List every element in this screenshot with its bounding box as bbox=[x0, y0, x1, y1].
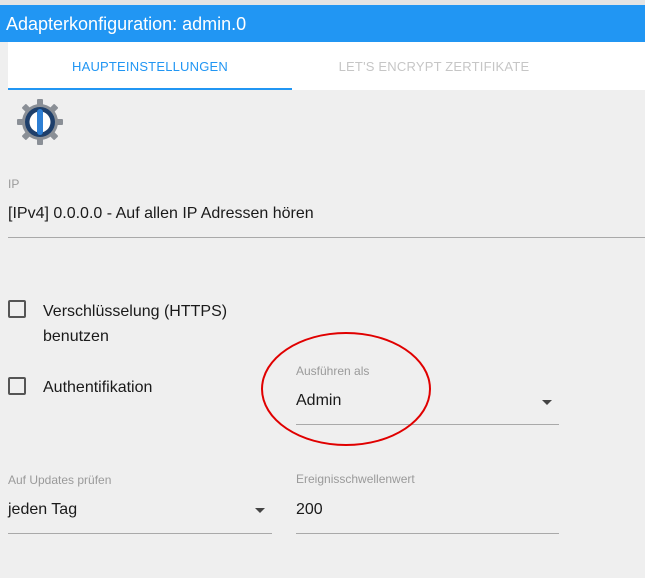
ip-underline bbox=[8, 237, 645, 238]
run-as-select[interactable]: Admin bbox=[296, 392, 341, 410]
ip-label: IP bbox=[8, 177, 20, 191]
updates-select[interactable]: jeden Tag bbox=[8, 501, 77, 519]
updates-label: Auf Updates prüfen bbox=[8, 473, 112, 487]
https-label-line2: benutzen bbox=[43, 328, 109, 345]
run-as-label: Ausführen als bbox=[296, 364, 370, 378]
iobroker-logo-icon bbox=[17, 99, 63, 145]
auth-checkbox[interactable] bbox=[8, 377, 26, 395]
tab-bar: HAUPTEINSTELLUNGEN LET'S ENCRYPT ZERTIFI… bbox=[8, 42, 645, 90]
updates-chevron-down-icon[interactable] bbox=[255, 508, 265, 513]
auth-label: Authentifikation bbox=[43, 379, 153, 396]
threshold-underline bbox=[296, 533, 559, 534]
tab-lets-encrypt[interactable]: LET'S ENCRYPT ZERTIFIKATE bbox=[292, 42, 576, 90]
run-as-chevron-down-icon[interactable] bbox=[542, 400, 552, 405]
ip-select[interactable]: [IPv4] 0.0.0.0 - Auf allen IP Adressen h… bbox=[8, 205, 314, 223]
tab-main-settings[interactable]: HAUPTEINSTELLUNGEN bbox=[8, 42, 292, 90]
dialog-titlebar: Adapterkonfiguration: admin.0 bbox=[0, 5, 645, 42]
https-label-line1: Verschlüsselung (HTTPS) bbox=[43, 303, 228, 320]
https-checkbox[interactable] bbox=[8, 300, 26, 318]
threshold-input[interactable]: 200 bbox=[296, 501, 323, 519]
dialog-title: Adapterkonfiguration: admin.0 bbox=[6, 14, 247, 34]
updates-underline bbox=[8, 533, 272, 534]
run-as-underline bbox=[296, 424, 559, 425]
active-tab-indicator bbox=[8, 88, 292, 90]
threshold-label: Ereignisschwellenwert bbox=[296, 472, 415, 486]
annotation-highlight-circle bbox=[261, 332, 431, 446]
